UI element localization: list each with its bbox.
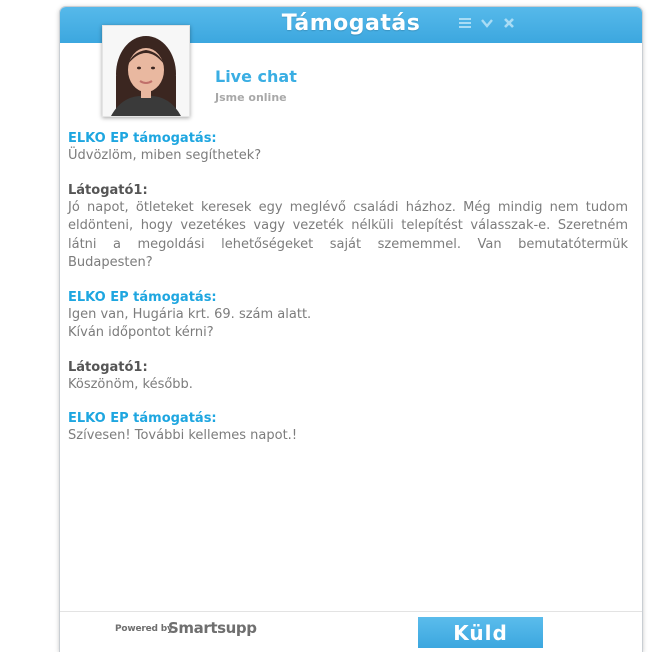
message-sender: Látogató1: xyxy=(68,359,148,375)
menu-icon[interactable] xyxy=(458,16,472,30)
chat-footer: Powered by Smartsupp Küld xyxy=(60,611,642,652)
message-line: Üdvözlöm, miben segíthetek? xyxy=(68,148,262,163)
message-line: Kíván időpontot kérni? xyxy=(68,325,214,340)
message-line: Szívesen! További kellemes napot.! xyxy=(68,428,298,443)
message-list: ELKO EP támogatás: Üdvözlöm, miben segít… xyxy=(68,131,628,463)
close-icon[interactable] xyxy=(502,16,516,30)
smartsupp-logo[interactable]: Smartsupp xyxy=(168,619,257,637)
online-status: Jsme online xyxy=(215,91,287,104)
message-text: Köszönöm, később. xyxy=(68,376,628,395)
message-text: Üdvözlöm, miben segíthetek? xyxy=(68,147,628,166)
chat-widget: Támogatás Live chat Jsme online ELKO EP … xyxy=(59,6,643,652)
window-controls xyxy=(458,16,516,30)
message-line: Köszönöm, később. xyxy=(68,376,193,392)
message-sender: ELKO EP támogatás: xyxy=(68,411,217,426)
chat-message: Látogató1: Köszönöm, később. xyxy=(68,360,628,395)
message-sender: Látogató1: xyxy=(68,182,148,198)
message-sender: ELKO EP támogatás: xyxy=(68,131,217,146)
message-text: Jó napot, ötleteket keresek egy meglévő … xyxy=(68,199,628,273)
chat-message: ELKO EP támogatás: Szívesen! További kel… xyxy=(68,411,628,446)
chevron-down-icon[interactable] xyxy=(480,16,494,30)
send-button[interactable]: Küld xyxy=(418,617,543,648)
message-text: Igen van, Hugária krt. 69. szám alatt. K… xyxy=(68,306,628,343)
chat-message: ELKO EP támogatás: Üdvözlöm, miben segít… xyxy=(68,131,628,166)
powered-by-label: Powered by xyxy=(115,624,173,634)
chat-message: ELKO EP támogatás: Igen van, Hugária krt… xyxy=(68,290,628,343)
message-line: Jó napot, ötleteket keresek egy meglévő … xyxy=(68,199,628,271)
agent-avatar xyxy=(102,25,190,117)
message-sender: ELKO EP támogatás: xyxy=(68,289,217,305)
chat-message: Látogató1: Jó napot, ötleteket keresek e… xyxy=(68,183,628,273)
live-chat-title: Live chat xyxy=(215,67,297,86)
message-line: Igen van, Hugária krt. 69. szám alatt. xyxy=(68,306,312,322)
message-text: Szívesen! További kellemes napot.! xyxy=(68,427,628,446)
